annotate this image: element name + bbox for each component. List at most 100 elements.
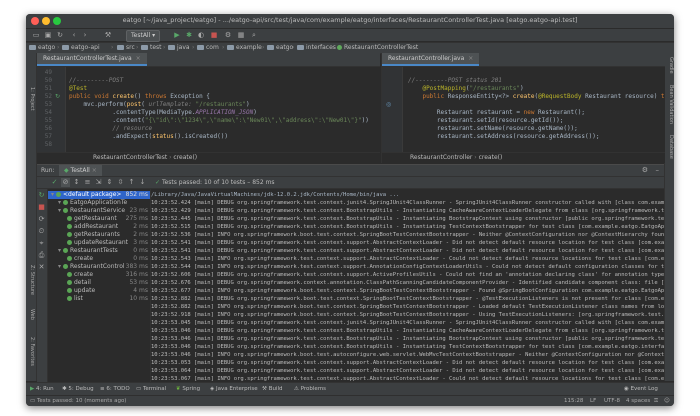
- tab-restaurant-controller-test[interactable]: RestaurantControllerTest.java ×: [37, 53, 147, 66]
- close-tab-icon[interactable]: ×: [136, 55, 141, 62]
- tree-row[interactable]: addRestaurant 2 ms: [48, 223, 150, 231]
- tab-restaurant-controller[interactable]: RestaurantController.java ×: [382, 53, 480, 66]
- hide-panel-icon[interactable]: –: [656, 165, 660, 176]
- tab-terminal[interactable]: ▭ Terminal: [136, 383, 166, 395]
- favorites-tool-tab[interactable]: 2: Favorites: [29, 337, 35, 366]
- chevron-down-icon[interactable]: ▾: [58, 199, 61, 206]
- tree-row[interactable]: ▾ <default package> 852 ms: [48, 191, 150, 199]
- open-folder-icon[interactable]: ▭: [32, 31, 40, 39]
- indent-setting[interactable]: 4 spaces: [626, 396, 650, 406]
- collapse-all-icon[interactable]: ⇳: [116, 178, 125, 187]
- gear-icon[interactable]: ⚙: [642, 165, 648, 176]
- tab-java-enterprise[interactable]: ◈ Java Enterprise: [210, 383, 258, 395]
- trash-icon[interactable]: ✕: [37, 263, 46, 272]
- chevron-down-icon[interactable]: ▾: [58, 263, 61, 270]
- crumb-class[interactable]: RestaurantController: [410, 154, 472, 161]
- prev-failed-icon[interactable]: ↑: [127, 178, 136, 187]
- lock-icon[interactable]: ⚿: [654, 396, 658, 406]
- crumb-method[interactable]: create(): [479, 154, 503, 161]
- chevron-down-icon[interactable]: ▾: [51, 191, 54, 198]
- rerun-icon[interactable]: ↻: [37, 191, 46, 200]
- stop-icon[interactable]: ■: [37, 203, 46, 212]
- breadcrumb-item[interactable]: java: [168, 43, 190, 53]
- breadcrumb-item[interactable]: interfaces: [297, 43, 336, 53]
- stop-icon[interactable]: ■: [210, 31, 218, 39]
- file-encoding[interactable]: UTF-8: [604, 396, 620, 406]
- debug-icon[interactable]: ✱: [185, 31, 193, 39]
- tree-row[interactable]: list 10 ms: [48, 295, 150, 303]
- console-output[interactable]: /Library/Java/JavaVirtualMachines/jdk-12…: [151, 189, 664, 382]
- run-icon[interactable]: ▶: [173, 31, 181, 39]
- tree-row[interactable]: getRestaurants 2 ms: [48, 231, 150, 239]
- tree-row[interactable]: getRestaurant 275 ms: [48, 215, 150, 223]
- stop-circle-icon[interactable]: ⊘: [61, 178, 70, 187]
- tree-row[interactable]: update 4 ms: [48, 287, 150, 295]
- expand-all-icon[interactable]: ⇕: [105, 178, 114, 187]
- chevron-down-icon[interactable]: ▾: [58, 247, 61, 254]
- hammer-icon[interactable]: ⚒: [104, 31, 112, 39]
- tree-row[interactable]: ▾ RestaurantService 23 ms: [48, 207, 150, 215]
- search-icon[interactable]: ⌕: [250, 31, 258, 39]
- editor-test[interactable]: RestaurantControllerTest.java × 49 50 51 …: [37, 53, 380, 163]
- coverage-icon[interactable]: ◐: [197, 31, 205, 39]
- tree-row[interactable]: create 316 ms: [48, 271, 150, 279]
- tree-row[interactable]: ▾ RestaurantTests 0 ms: [48, 247, 150, 255]
- bean-validation-tool-tab[interactable]: Bean Validation: [668, 85, 674, 124]
- sync-icon[interactable]: ↻: [56, 31, 64, 39]
- tab-problems[interactable]: ⚠ Problems: [294, 383, 326, 395]
- project-tool-tab[interactable]: 1: Project: [29, 87, 35, 111]
- close-tab-icon[interactable]: ×: [92, 167, 97, 174]
- caret-position[interactable]: 115:28: [564, 396, 583, 406]
- run-tab-testall[interactable]: ◆ TestAll ×: [59, 165, 102, 176]
- event-log-button[interactable]: ◉ Event Log: [624, 383, 658, 395]
- editor-controller[interactable]: RestaurantController.java × ◎ //---------…: [381, 53, 665, 163]
- breadcrumb-item[interactable]: test: [141, 43, 162, 53]
- close-tab-icon[interactable]: ×: [468, 55, 473, 62]
- tab-spring[interactable]: ❦ Spring: [176, 383, 200, 395]
- structure-tool-tab[interactable]: Z: Structure: [29, 265, 35, 295]
- breadcrumb-item[interactable]: example: [227, 43, 262, 53]
- breadcrumb-item[interactable]: com: [197, 43, 219, 53]
- print-icon[interactable]: ⎙: [37, 251, 46, 260]
- status-message[interactable]: ▭ Tests passed: 10 (moments ago): [30, 396, 126, 406]
- forward-icon[interactable]: ›: [81, 31, 89, 39]
- tree-row[interactable]: detail 53 ms: [48, 279, 150, 287]
- breadcrumb-item[interactable]: src: [117, 43, 135, 53]
- breadcrumb-item[interactable]: RestaurantControllerTest: [337, 43, 418, 53]
- bean-gutter-icon[interactable]: ◎: [386, 101, 391, 108]
- tree-row[interactable]: ▾ RestaurantControl 383 ms: [48, 263, 150, 271]
- rerun-failed-icon[interactable]: ⟳: [37, 215, 46, 224]
- gradle-tool-tab[interactable]: Gradle: [668, 57, 674, 74]
- database-tool-tab[interactable]: Database: [668, 135, 674, 159]
- console-line: 10:23:53.046 [main] DEBUG org.springfram…: [151, 336, 664, 342]
- line-separator[interactable]: LF: [590, 396, 596, 406]
- breadcrumb-item[interactable]: eatgo: [29, 43, 55, 53]
- back-icon[interactable]: ‹: [70, 31, 78, 39]
- pin-icon[interactable]: ⌖: [37, 239, 46, 248]
- run-test-gutter-icon[interactable]: ↻: [55, 93, 60, 100]
- tree-row[interactable]: ▾ EatgoApplicationTe: [48, 199, 150, 207]
- tab-run[interactable]: ▶ 4: Run: [30, 383, 54, 395]
- sort-duration-icon[interactable]: ≡: [83, 178, 92, 187]
- run-configuration-select[interactable]: TestAll ▾: [126, 30, 161, 42]
- next-failed-icon[interactable]: ↓: [138, 178, 147, 187]
- project-structure-icon[interactable]: ▦: [237, 31, 245, 39]
- crumb-class[interactable]: RestaurantControllerTest: [93, 154, 167, 161]
- tab-debug[interactable]: ✱ 5: Debug: [62, 383, 94, 395]
- tab-build[interactable]: ⚒ Build: [262, 383, 283, 395]
- tab-todo[interactable]: ≡ 6: TODO: [100, 383, 130, 395]
- crumb-method[interactable]: create(): [173, 154, 197, 161]
- inspector-icon[interactable]: ☺: [664, 396, 670, 406]
- breadcrumb-item[interactable]: eatgo-api: [62, 43, 100, 53]
- settings-icon[interactable]: ⚙: [224, 31, 232, 39]
- toggle-auto-test-icon[interactable]: ⏲: [37, 227, 46, 236]
- breadcrumb-item[interactable]: eatgo: [267, 43, 293, 53]
- tree-row[interactable]: updateRestaurant 3 ms: [48, 239, 150, 247]
- web-tool-tab[interactable]: Web: [29, 309, 35, 320]
- save-icon[interactable]: ▣: [44, 31, 52, 39]
- tree-row[interactable]: create 0 ms: [48, 255, 150, 263]
- check-icon[interactable]: ✓: [50, 178, 59, 187]
- chevron-down-icon[interactable]: ▾: [58, 207, 61, 214]
- import-tests-icon[interactable]: ⇲: [94, 178, 103, 187]
- sort-alpha-icon[interactable]: ↕: [72, 178, 81, 187]
